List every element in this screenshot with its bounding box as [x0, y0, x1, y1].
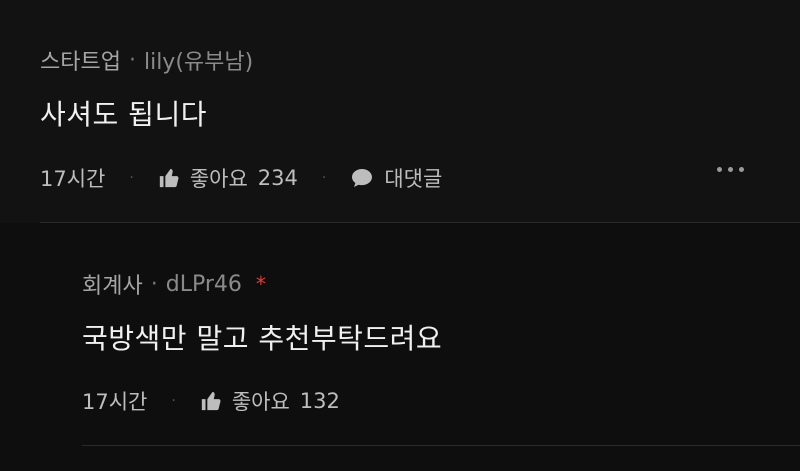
thumbs-up-icon	[158, 167, 180, 189]
comment-actions: 17시간 · 좋아요 234 · 대댓글	[40, 163, 442, 193]
comment-text: 사셔도 됩니다	[40, 98, 207, 131]
action-separator: ·	[129, 170, 134, 186]
like-count: 132	[299, 389, 340, 413]
like-button[interactable]: 좋아요 132	[200, 386, 340, 416]
like-label: 좋아요	[231, 390, 290, 414]
comment-actions: 17시간 · 좋아요 132	[82, 386, 340, 416]
comment-text: 국방색만 말고 추천부탁드려요	[82, 322, 443, 355]
author-badge: *	[255, 272, 266, 296]
author-category: 스타트업	[40, 50, 121, 75]
reply-label: 대댓글	[384, 167, 443, 191]
author-category: 회계사	[82, 274, 143, 299]
meta-separator: ·	[128, 47, 136, 73]
like-count: 234	[257, 166, 298, 190]
action-separator: ·	[321, 170, 327, 186]
more-dot-icon	[728, 167, 733, 172]
reply-comment: 회계사 · dLPr46 * 국방색만 말고 추천부탁드려요 17시간 · 좋아…	[0, 223, 800, 471]
comment-time: 17시간	[82, 390, 148, 414]
author-username[interactable]: lily(유부남)	[144, 44, 253, 76]
divider	[82, 445, 800, 446]
reply-button[interactable]: 대댓글	[350, 163, 442, 193]
more-dot-icon	[739, 167, 744, 172]
comment-meta: 회계사 · dLPr46 *	[82, 268, 266, 300]
more-options-button[interactable]	[717, 167, 744, 172]
thumbs-up-icon	[200, 390, 222, 412]
more-dot-icon	[717, 167, 722, 172]
comment: 스타트업 · lily(유부남) 사셔도 됩니다 17시간 · 좋아요 234 …	[0, 0, 800, 222]
action-separator: ·	[171, 393, 176, 409]
like-label: 좋아요	[189, 167, 248, 191]
like-button[interactable]: 좋아요 234	[158, 163, 298, 193]
speech-bubble-icon	[350, 167, 374, 189]
author-username[interactable]: dLPr46	[166, 272, 242, 297]
comment-meta: 스타트업 · lily(유부남)	[40, 44, 253, 76]
comment-time: 17시간	[40, 167, 106, 191]
meta-separator: ·	[150, 271, 158, 297]
